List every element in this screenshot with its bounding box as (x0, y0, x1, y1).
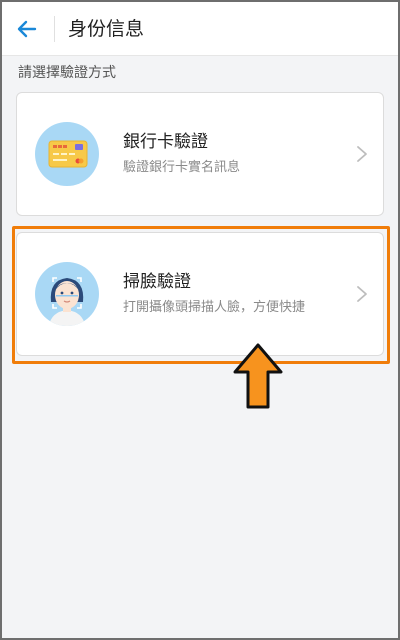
face-scan-verification-option[interactable]: 掃臉驗證 打開攝像頭掃描人臉，方便快捷 (16, 232, 384, 356)
bank-card-verification-option[interactable]: 銀行卡驗證 驗證銀行卡實名訊息 (16, 92, 384, 216)
back-button[interactable] (14, 16, 40, 42)
section-label: 請選擇驗證方式 (18, 65, 116, 81)
up-arrow-icon (233, 343, 283, 409)
header-divider (54, 16, 55, 42)
bank-card-icon (35, 122, 99, 186)
back-arrow-icon (17, 20, 37, 38)
bank-option-title: 銀行卡驗證 (123, 132, 208, 152)
face-option-title: 掃臉驗證 (123, 272, 191, 292)
screen: 身份信息 請選擇驗證方式 銀行卡驗證 驗證銀行卡實名訊息 掃臉驗證 打開攝像頭掃… (2, 2, 398, 638)
face-scan-icon (35, 262, 99, 326)
header-bar: 身份信息 (2, 2, 398, 56)
bank-option-subtitle: 驗證銀行卡實名訊息 (123, 160, 241, 175)
page-title: 身份信息 (68, 18, 145, 40)
face-option-subtitle: 打開攝像頭掃描人臉，方便快捷 (123, 300, 306, 315)
chevron-right-icon (357, 286, 367, 302)
chevron-right-icon (357, 146, 367, 162)
